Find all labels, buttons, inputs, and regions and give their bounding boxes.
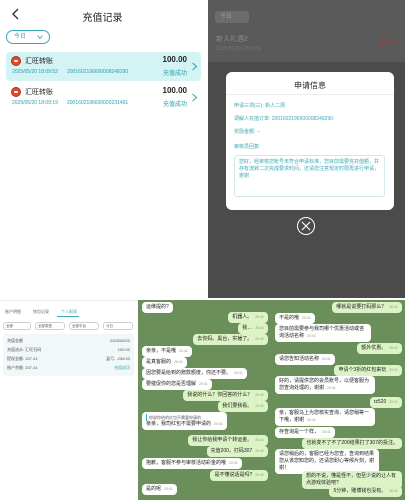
chat-message: 去你妈。黑台，实锤了。 20:41 (193, 334, 268, 345)
application-info-dialog: 申请信息 申请三项(三): 新人二周 调解人充值订单: 200160219660… (226, 72, 394, 210)
dialog-divider (226, 94, 394, 95)
card-recharge-amount: 100.00 (117, 347, 130, 352)
filter-chip[interactable]: 全部类型 (35, 322, 65, 330)
chat-screen-2: 哪就是说要打码那么？ 20:41 不是的哦 20:41 您目前需要参与我司哪个优惠活… (272, 300, 405, 500)
application-info-modal-screen: 今日 新人礼遇2 2025/05/20 18:09:51 已拒绝 申请信息 申请… (208, 0, 405, 298)
account-records-screen: 账户明细 钱包记录 个人报表 全部 全部类型 全部平台 今日 充值金额 2025… (0, 300, 138, 500)
chat-message: 机器人。 20:41 (228, 312, 268, 323)
record-name: 汇旺转账 (25, 89, 53, 96)
chat-message: 是不懂说话是吗? 20:41 (210, 470, 268, 481)
card-status: 充值成功 (114, 365, 130, 370)
chat-message: 要催促你的您是否理解 20:41 (142, 379, 212, 390)
chat-message: 抱歉，客服不参与审核活动彩金的哦 20:41 (142, 458, 242, 469)
tab-wallet-records[interactable]: 钱包记录 (33, 309, 49, 315)
chat-message: 因您要是给到的赠款额度，你还不要。 20:41 (142, 368, 247, 379)
chat-message: 亲，客服马上为您核实查询，请您稍等一下哦，谢谢 20:41 (275, 408, 375, 426)
dialog-order-no: 调解人充值订单: 2001602196600008248290 (234, 116, 333, 122)
filter-chip[interactable]: 全部 (3, 322, 31, 330)
chat-message: 5分钟，赌博钱也没有。 20:41 (329, 486, 402, 497)
chat-message: 请您告知活动名称 20:41 (275, 354, 335, 365)
filter-chip[interactable]: 全部平台 (69, 322, 99, 330)
card-withdraw-amount: 提现金额: 337.43 (7, 356, 38, 361)
active-tab-indicator (57, 316, 79, 317)
chevron-right-icon (192, 62, 198, 71)
chat-message: 好的，请提供您的会员账号，以便客服为您查询处理的，谢谢 20:41 (275, 376, 375, 394)
card-profit-loss: 盈亏: -258.53 (106, 356, 130, 361)
chat-message: 我们要我看。 20:41 (218, 401, 268, 412)
date-filter-dropdown[interactable]: 今日 (6, 30, 50, 44)
card-label: 充值金额 (7, 338, 23, 343)
background-promo-title: 新人礼遇2 (216, 36, 248, 43)
dialog-reviewer-reply-label: 审核员回复: (234, 144, 261, 150)
dialog-reward-amount: 奖励金额: -- (234, 129, 261, 135)
close-icon (301, 221, 311, 231)
recharge-record-row[interactable]: 汇旺转账 100.00 2025/05/20 18:09:52 20016021… (6, 52, 201, 81)
record-order-no: 2001602196600008248290 (67, 69, 129, 75)
recharge-record-row[interactable]: 汇旺转账 100.00 2025/05/20 18:09:19 20016021… (6, 83, 201, 112)
chat-message: 亲亲，不是哦 20:41 (142, 346, 192, 357)
record-amount: 100.00 (162, 55, 187, 64)
chat-message: 充值200，打码307 20:41 (206, 446, 268, 457)
chat-message: 是真客服的 20:41 (142, 357, 187, 368)
chat-message: 存查询是一个样， 20:41 (275, 427, 335, 438)
background-promo-time: 2025/05/20 18:09:51 (216, 46, 262, 52)
dialog-application-type: 申请三项(三): 新人二周 (234, 103, 286, 109)
chat-message: 哪就是说要打码那么？ 20:41 (332, 302, 402, 313)
chat-message: 额外优惠。 20:41 (357, 343, 402, 354)
background-header: 今日 新人礼遇2 2025/05/20 18:09:51 已拒绝 (208, 0, 405, 62)
dialog-title: 申请信息 (294, 81, 326, 90)
huiwang-logo-icon (11, 56, 21, 66)
card-balance: 账户余额: 337.43 (7, 365, 38, 370)
record-order-no: 2001602196600000231491 (67, 100, 129, 106)
huiwang-logo-icon (11, 87, 21, 97)
background-promo-status: 已拒绝 (374, 40, 395, 47)
chat-message: 我说的什么？你回答的什么？ 20:41 (183, 390, 268, 401)
card-recharge-channel: 充值流水: 汇旺扫码 (7, 347, 42, 352)
record-name: 汇旺转账 (25, 58, 53, 65)
chat-message: 您目前需要参与我司哪个优惠活动或咨询活动名称 20:41 (275, 324, 371, 342)
filter-chip[interactable]: 今日 (103, 322, 133, 330)
chat-message: 我… 20:41 (238, 323, 268, 334)
recharge-records-screen: 充值记录 今日 汇旺转账 100.00 2025/05/20 18:09:52 … (0, 0, 205, 298)
record-time: 2025/05/20 18:09:19 (12, 100, 58, 106)
background-filter-pill: 今日 (215, 11, 249, 23)
dialog-reviewer-reply: 您好，经审核您账号未符合申请标准，您目前需要完充值额，并存有流转二次完成要求时间… (234, 155, 385, 197)
chevron-right-icon (192, 93, 198, 102)
record-status: 充值成功 (162, 71, 187, 77)
record-amount: 100.00 (162, 86, 187, 95)
chat-message: 申请个3折的红包来玩 20:41 (334, 365, 402, 376)
report-card[interactable]: 充值金额 2025/05/20 充值流水: 汇旺扫码 100.00 提现金额: … (3, 334, 134, 376)
chat-message: 你说你给的红包不需要申请的 亲亲，我司红包不需要申请的 20:41 (142, 412, 227, 430)
chat-message: 也就变不了不了200结果打了307的投注。 (302, 438, 402, 449)
page-title: 充值记录 (82, 13, 123, 24)
tab-personal-report[interactable]: 个人报表 (61, 309, 77, 315)
chat-message: rz520 20:41 (369, 397, 402, 408)
record-status: 充值成功 (162, 102, 187, 108)
card-date: 2025/05/20 (109, 338, 130, 343)
chat-screen-1: 运维提的? 机器人。 20:41 我… 20:41 去你妈。黑台，实锤了。 20:41… (138, 300, 272, 500)
date-filter-label: 今日 (14, 34, 27, 40)
chat-message: 是的呢 20:41 (142, 484, 177, 495)
record-time: 2025/05/20 18:09:52 (12, 69, 58, 75)
chat-message: 运维提的? (142, 302, 173, 313)
chevron-down-icon (37, 35, 43, 40)
tab-account-details[interactable]: 账户明细 (5, 309, 21, 315)
close-dialog-button[interactable] (297, 217, 315, 235)
chat-message: 我让你给我申请个转运金。 20:41 (188, 435, 268, 446)
chat-message: 不是的哦 20:41 (275, 313, 315, 324)
